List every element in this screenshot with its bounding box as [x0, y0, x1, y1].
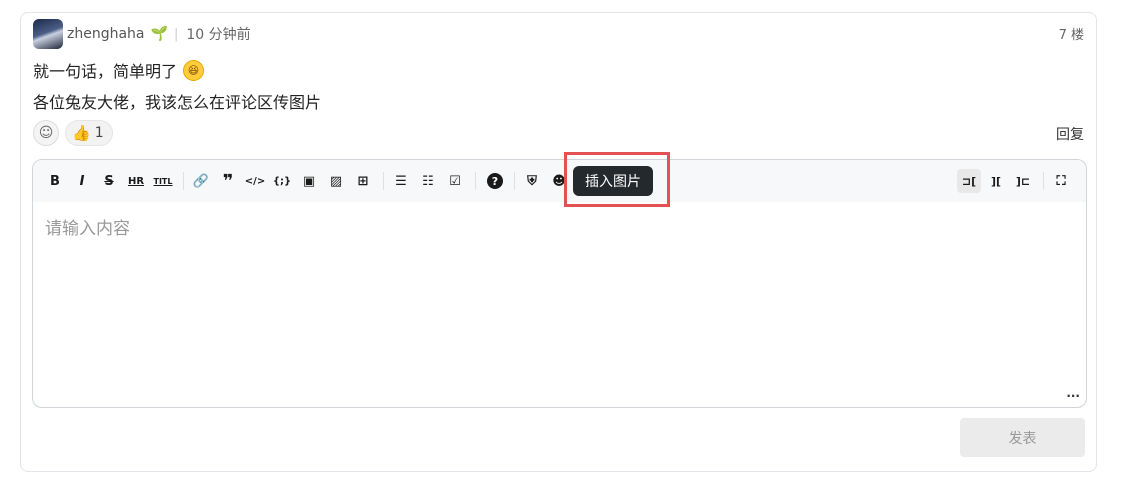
highlight-box: [564, 152, 670, 207]
ordered-list-icon[interactable]: ☷: [416, 169, 440, 193]
italic-icon[interactable]: I: [70, 169, 94, 193]
comment-icon[interactable]: ▣: [297, 169, 321, 193]
image-icon[interactable]: ▨: [324, 169, 348, 193]
avatar[interactable]: [33, 19, 63, 49]
link-icon[interactable]: 🔗: [189, 169, 213, 193]
separator: |: [173, 26, 179, 42]
bold-icon[interactable]: B: [43, 169, 67, 193]
toolbar-right: ⊐[ ][ ]⊏ ⛶: [957, 169, 1076, 193]
fullscreen-icon[interactable]: ⛶: [1049, 169, 1073, 193]
timestamp: 10 分钟前: [186, 27, 251, 43]
editor-input[interactable]: 请输入内容: [33, 202, 1086, 251]
toolbar-divider: [383, 172, 384, 190]
toolbar-divider: [475, 172, 476, 190]
comment-card: zhenghaha 🌱 | 10 分钟前 7 楼 就一句话，简单明了 😆 各位兔…: [20, 12, 1097, 472]
submit-button[interactable]: 发表: [960, 418, 1085, 457]
title-icon[interactable]: TITL: [151, 169, 175, 193]
code-icon[interactable]: </>: [243, 169, 267, 193]
toolbar-divider: [514, 172, 515, 190]
like-button[interactable]: 👍 1: [65, 120, 113, 146]
sprout-icon: 🌱: [150, 26, 168, 42]
username[interactable]: zhenghaha: [67, 26, 145, 42]
floor-number: 7 楼: [1058, 28, 1084, 43]
comment-text-2: 各位兔友大佬，我该怎么在评论区传图片: [33, 93, 322, 112]
reply-editor: B I S HR TITL 🔗 ❞ </> {;} ▣ ▨ ⊞ ☰ ☷ ☑ ? …: [32, 159, 1087, 408]
code-block-icon[interactable]: {;}: [270, 169, 294, 193]
help-icon[interactable]: ?: [487, 173, 503, 189]
hr-icon[interactable]: HR: [124, 169, 148, 193]
edit-mode-icon[interactable]: ⊐[: [957, 169, 981, 193]
table-icon[interactable]: ⊞: [351, 169, 375, 193]
strikethrough-icon[interactable]: S: [97, 169, 121, 193]
reply-button[interactable]: 回复: [1056, 124, 1084, 144]
comment-line-1: 就一句话，简单明了 😆: [33, 58, 205, 82]
bullet-list-icon[interactable]: ☰: [389, 169, 413, 193]
toolbar-divider: [1043, 172, 1044, 190]
checklist-icon[interactable]: ☑: [443, 169, 467, 193]
quote-icon[interactable]: ❞: [216, 169, 240, 193]
thumbs-up-icon: 👍: [72, 124, 91, 142]
preview-mode-icon[interactable]: ]⊏: [1011, 169, 1035, 193]
laughing-emoji-icon: 😆: [183, 59, 205, 81]
comment-header: zhenghaha 🌱 | 10 分钟前: [33, 19, 251, 49]
comment-text-1: 就一句话，简单明了: [33, 62, 178, 81]
reactions-bar: ☺ 👍 1: [33, 120, 113, 146]
editor-toolbar: B I S HR TITL 🔗 ❞ </> {;} ▣ ▨ ⊞ ☰ ☷ ☑ ? …: [33, 160, 1086, 202]
more-icon[interactable]: ···: [1066, 389, 1080, 403]
like-count: 1: [94, 125, 104, 141]
shield-icon[interactable]: ⛨: [520, 169, 544, 193]
split-mode-icon[interactable]: ][: [984, 169, 1008, 193]
add-reaction-icon[interactable]: ☺: [33, 120, 59, 146]
toolbar-divider: [183, 172, 184, 190]
